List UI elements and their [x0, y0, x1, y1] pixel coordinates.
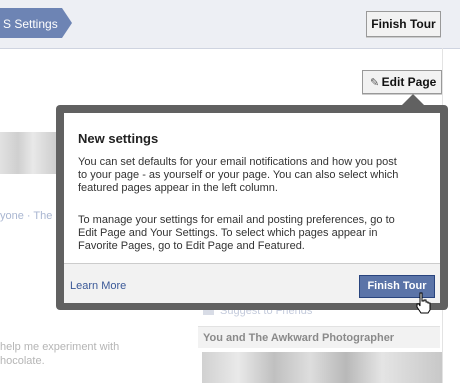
dialog-body: New settings You can set defaults for yo…: [64, 113, 440, 303]
edit-page-button[interactable]: ✎ Edit Page: [362, 70, 442, 94]
faded-text-line-2: hocolate.: [0, 355, 45, 367]
breadcrumb-label: S Settings: [3, 17, 58, 31]
dialog-paragraph-2: To manage your settings for email and po…: [78, 214, 395, 252]
faded-link: yone · The: [0, 210, 53, 222]
top-bar: S Settings Finish Tour: [0, 0, 460, 49]
faded-photo-strip: [202, 352, 442, 383]
section-header: You and The Awkward Photographer: [198, 326, 440, 348]
hand-cursor-icon: [416, 292, 431, 314]
tour-dialog: New settings You can set defaults for yo…: [56, 105, 448, 310]
learn-more-link[interactable]: Learn More: [70, 280, 126, 292]
breadcrumb-settings[interactable]: S Settings: [0, 8, 72, 38]
finish-tour-button-top[interactable]: Finish Tour: [366, 11, 441, 37]
dialog-footer: Learn More Finish Tour: [64, 263, 440, 303]
dialog-title: New settings: [78, 131, 159, 146]
faded-text-line-1: help me experiment with: [0, 341, 120, 353]
pencil-icon: ✎: [370, 77, 380, 89]
dialog-paragraph-1: You can set defaults for your email noti…: [78, 156, 399, 194]
faded-photo-thumbnails: [0, 132, 60, 174]
edit-page-label: Edit Page: [381, 75, 437, 89]
